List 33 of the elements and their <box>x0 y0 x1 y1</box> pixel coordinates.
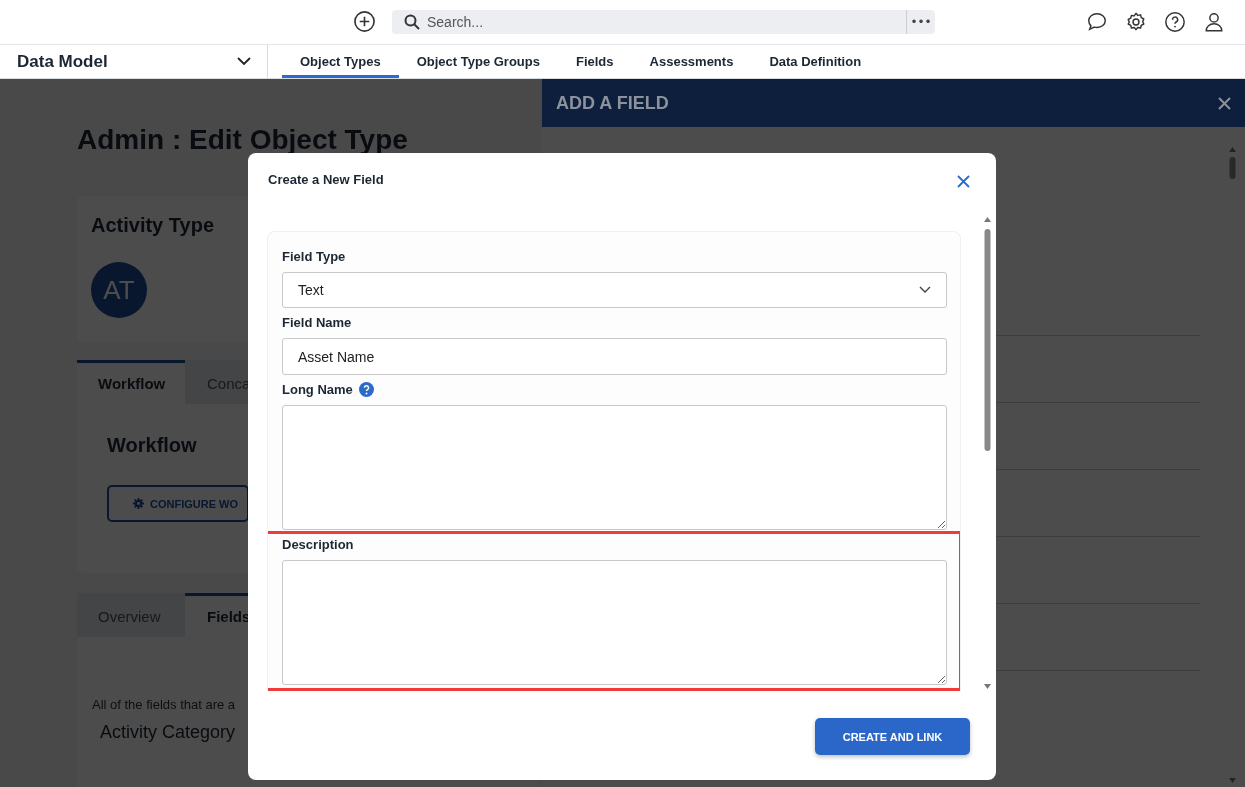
help-icon[interactable] <box>1164 11 1186 33</box>
close-icon <box>957 175 970 188</box>
field-label: Long Name <box>282 382 353 397</box>
field-label: Field Name <box>282 315 352 330</box>
input-field[interactable]: Asset Name <box>282 338 947 375</box>
dialog-title: Create a New Field <box>268 172 384 187</box>
nav-tab[interactable]: Assessments <box>631 48 752 78</box>
user-icon[interactable] <box>1203 11 1225 33</box>
settings-icon[interactable] <box>1125 11 1147 33</box>
create-and-link-button[interactable]: CREATE AND LINK <box>815 718 970 755</box>
more-button[interactable]: ••• <box>906 10 935 34</box>
close-button[interactable] <box>957 175 970 188</box>
scrollbar[interactable] <box>983 215 992 691</box>
search-field[interactable]: Search... ••• <box>392 10 935 34</box>
nav-tab[interactable]: Fields <box>557 48 632 78</box>
section-title: Workflow <box>107 434 198 457</box>
close-icon <box>1218 96 1231 110</box>
add-icon[interactable] <box>353 10 376 33</box>
nav-tab[interactable]: Object Type Groups <box>398 48 558 78</box>
field-name: Activity Category <box>100 722 237 743</box>
field-label: Description <box>282 537 354 552</box>
nav-tab[interactable]: Data Definition <box>751 48 880 78</box>
field-type-select[interactable]: Text <box>282 272 947 308</box>
record-title: Activity Type <box>91 214 215 237</box>
close-button[interactable] <box>1218 96 1231 110</box>
intro-text: All of the fields that are a <box>92 697 237 712</box>
search-icon <box>404 14 420 30</box>
chat-icon[interactable] <box>1086 11 1108 33</box>
panel-title: ADD A FIELD <box>556 92 669 114</box>
chevron-down-icon <box>919 286 931 294</box>
page-title: Admin : Edit Object Type <box>77 124 409 156</box>
chevron-down-icon <box>237 57 251 66</box>
field-label: Field Type <box>282 249 346 264</box>
